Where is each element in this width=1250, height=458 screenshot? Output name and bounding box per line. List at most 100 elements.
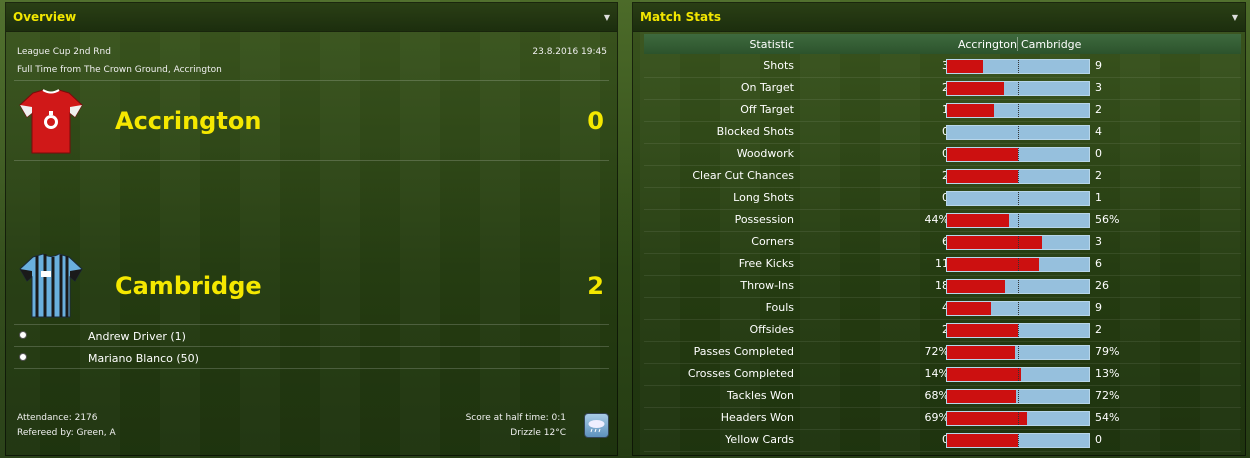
stat-row: Throw-Ins 18 26 (644, 276, 1241, 298)
away-team-name[interactable]: Cambridge (115, 272, 262, 300)
stat-label: Possession (734, 213, 794, 226)
stat-label: Shots (763, 59, 794, 72)
stat-away-value: 79% (1095, 345, 1120, 358)
stat-comparison-bar (946, 147, 1090, 162)
stat-label: Woodwork (736, 147, 794, 160)
bar-midpoint-marker (1018, 390, 1019, 403)
stat-comparison-bar (946, 125, 1090, 140)
goal-scorer[interactable]: Andrew Driver (1) (88, 330, 186, 343)
divider (14, 368, 609, 369)
stat-row: Woodwork00 (644, 144, 1241, 166)
match-stats-header: Match Stats ▼ (633, 3, 1245, 32)
stat-home-share-fill (947, 104, 995, 117)
stat-away-value: 9 (1095, 301, 1102, 314)
divider (14, 160, 609, 161)
stat-comparison-bar (946, 301, 1090, 316)
bar-midpoint-marker (1018, 434, 1019, 447)
divider (14, 324, 609, 325)
home-team-name[interactable]: Accrington (115, 107, 261, 135)
stat-label: Throw-Ins (740, 279, 794, 292)
stat-comparison-bar (946, 103, 1090, 118)
overview-header: Overview ▼ (6, 3, 617, 32)
stat-label: Headers Won (720, 411, 794, 424)
venue-label: Full Time from The Crown Ground, Accring… (17, 65, 222, 75)
stat-home-share-fill (947, 434, 1018, 447)
bar-midpoint-marker (1018, 258, 1019, 271)
bar-midpoint-marker (1018, 104, 1019, 117)
stat-away-value: 0 (1095, 147, 1102, 160)
stat-row: Corners63 (644, 232, 1241, 254)
stat-row: Tackles Won 68% 72% (644, 386, 1241, 408)
stat-label: Blocked Shots (716, 125, 794, 138)
stat-label: Corners (751, 235, 794, 248)
stat-away-value: 9 (1095, 59, 1102, 72)
stat-away-value: 26 (1095, 279, 1109, 292)
bar-midpoint-marker (1018, 324, 1019, 337)
stat-row: Blocked Shots04 (644, 122, 1241, 144)
stat-label: Off Target (740, 103, 794, 116)
stat-comparison-bar (946, 279, 1090, 294)
stat-comparison-bar (946, 257, 1090, 272)
stat-row: Off Target12 (644, 100, 1241, 122)
stat-label: Free Kicks (738, 257, 794, 270)
stat-comparison-bar (946, 345, 1090, 360)
overview-panel: Overview ▼ League Cup 2nd Rnd 23.8.2016 … (5, 2, 618, 456)
stat-home-share-fill (947, 60, 983, 73)
bar-midpoint-marker (1018, 126, 1019, 139)
stat-home-share-fill (947, 368, 1021, 381)
stat-away-value: 4 (1095, 125, 1102, 138)
column-divider (1017, 37, 1018, 51)
stat-away-value: 1 (1095, 191, 1102, 204)
match-datetime: 23.8.2016 19:45 (532, 47, 607, 57)
column-header-home[interactable]: Accrington (958, 38, 1017, 51)
stat-label: Crosses Completed (687, 367, 794, 380)
rain-cloud-icon (584, 413, 609, 438)
goal-ball-icon (19, 331, 27, 339)
stat-comparison-bar (946, 323, 1090, 338)
match-stats-menu-dropdown-icon[interactable]: ▼ (1232, 13, 1238, 22)
stat-row: Passes Completed 72% 79% (644, 342, 1241, 364)
stat-label: Clear Cut Chances (692, 169, 794, 182)
stat-label: Yellow Cards (725, 433, 794, 446)
stat-away-value: 3 (1095, 235, 1102, 248)
stat-home-share-fill (947, 148, 1018, 161)
stat-label: Passes Completed (693, 345, 794, 358)
stat-row: Offsides22 (644, 320, 1241, 342)
stat-away-value: 54% (1095, 411, 1120, 424)
stat-comparison-bar (946, 59, 1090, 74)
bar-midpoint-marker (1018, 280, 1019, 293)
referee-label: Refereed by: Green, A (17, 428, 116, 438)
stat-label: Long Shots (733, 191, 794, 204)
stat-row: Yellow Cards00 (644, 430, 1241, 452)
stat-away-value: 72% (1095, 389, 1120, 402)
stat-label: Offsides (749, 323, 794, 336)
halftime-score-label: Score at half time: 0:1 (465, 413, 566, 423)
bar-midpoint-marker (1018, 60, 1019, 73)
stat-label: On Target (740, 81, 794, 94)
stat-row: Long Shots01 (644, 188, 1241, 210)
stat-away-value: 3 (1095, 81, 1102, 94)
column-header-statistic[interactable]: Statistic (749, 38, 794, 51)
bar-midpoint-marker (1018, 170, 1019, 183)
stat-row: Shots39 (644, 56, 1241, 78)
bar-midpoint-marker (1018, 82, 1019, 95)
goal-scorer[interactable]: Mariano Blanco (50) (88, 352, 199, 365)
match-stats-panel: Match Stats ▼ Statistic Accrington Cambr… (632, 2, 1246, 456)
overview-menu-dropdown-icon[interactable]: ▼ (604, 13, 610, 22)
stat-home-share-fill (947, 324, 1018, 337)
stat-away-value: 2 (1095, 323, 1102, 336)
bar-midpoint-marker (1018, 214, 1019, 227)
stat-home-share-fill (947, 170, 1018, 183)
bar-midpoint-marker (1018, 236, 1019, 249)
stat-comparison-bar (946, 81, 1090, 96)
home-kit-icon (19, 89, 83, 159)
stat-home-share-fill (947, 412, 1027, 425)
column-header-away[interactable]: Cambridge (1021, 38, 1081, 51)
stat-label: Tackles Won (726, 389, 794, 402)
stat-label: Fouls (765, 301, 794, 314)
divider (14, 346, 609, 347)
stat-comparison-bar (946, 169, 1090, 184)
stat-home-share-fill (947, 258, 1039, 271)
stat-row: Crosses Completed 14% 13% (644, 364, 1241, 386)
bar-midpoint-marker (1018, 192, 1019, 205)
